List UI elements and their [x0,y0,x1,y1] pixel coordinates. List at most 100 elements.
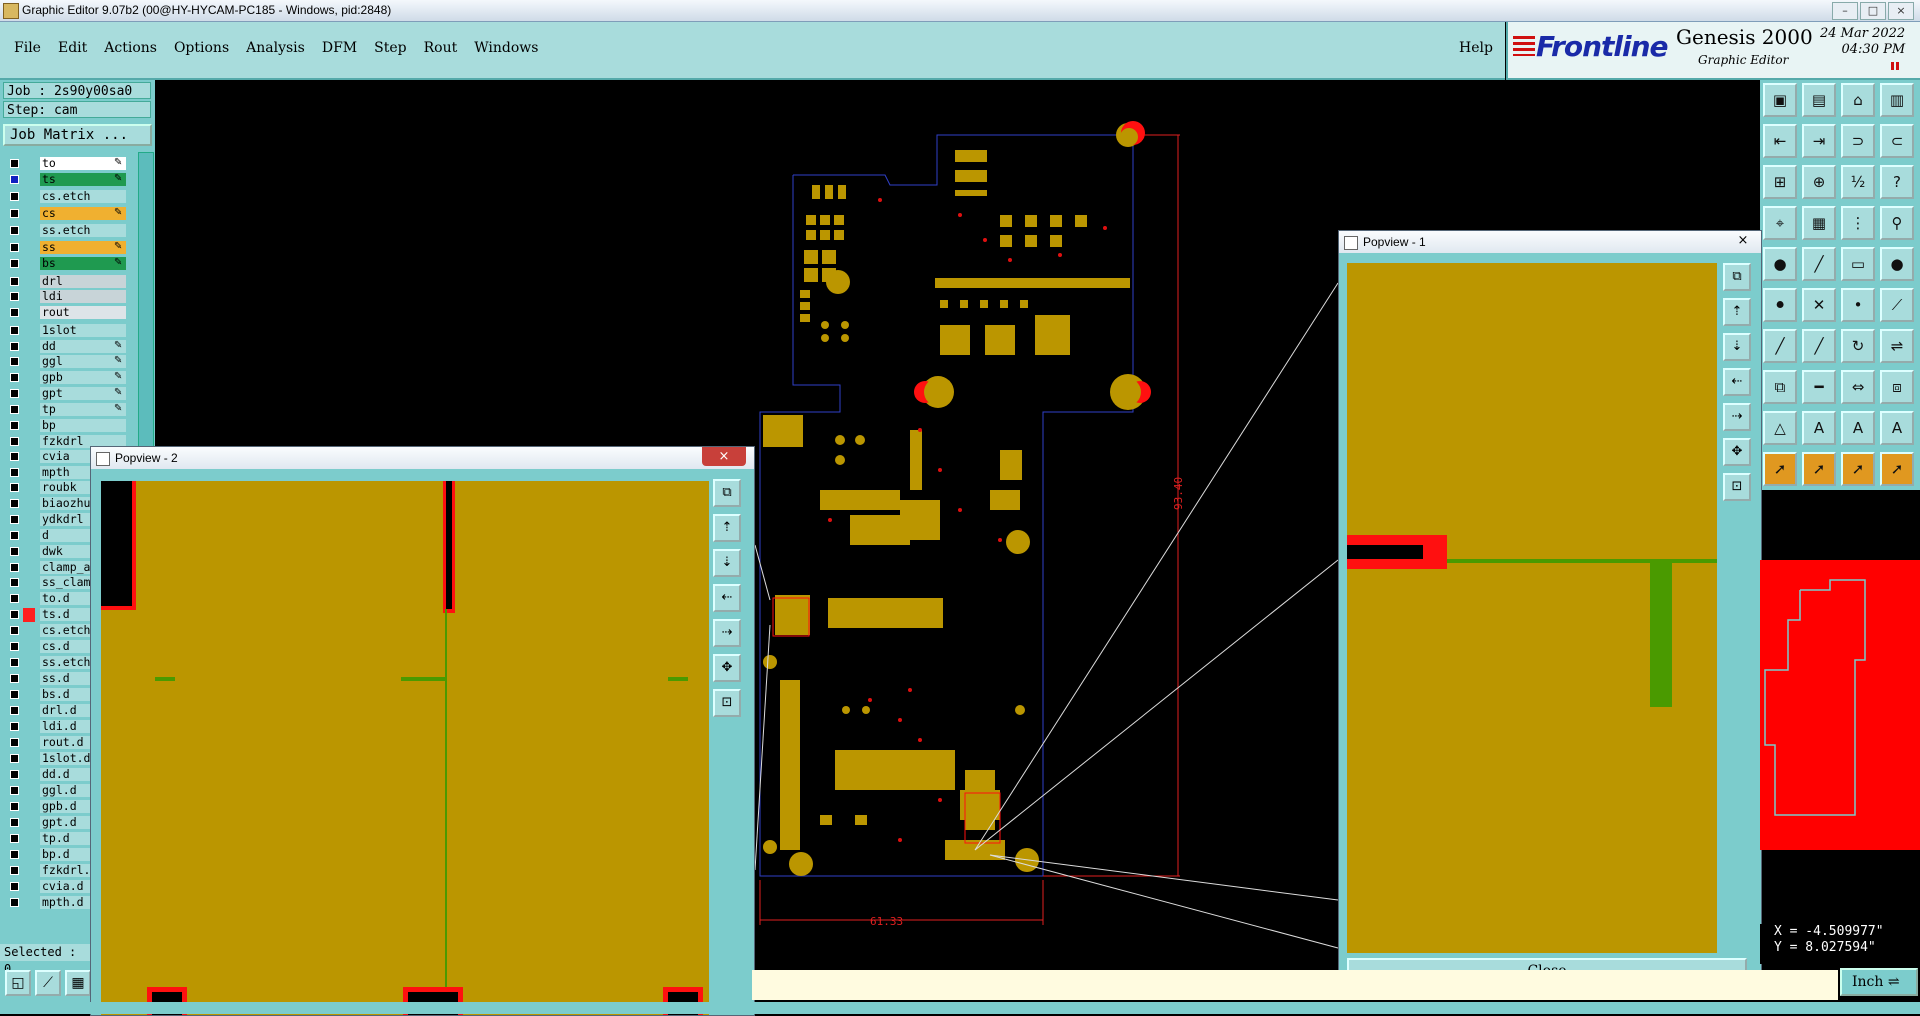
tool-pointer-hot-icon[interactable]: ➚ [1841,452,1875,486]
layer-checkbox[interactable] [10,706,19,715]
layer-name[interactable]: ldi [40,290,126,303]
tool-text-alt-icon[interactable]: Α [1880,411,1914,445]
popview-2-right-icon[interactable]: ⇢ [713,619,741,647]
tool-select-hot-icon[interactable]: ➚ [1802,452,1836,486]
layer-checkbox[interactable] [10,405,19,414]
tool-export-icon[interactable]: ⇥ [1802,124,1836,158]
layer-checkbox[interactable] [10,642,19,651]
job-matrix-button[interactable]: Job Matrix ... [3,124,152,146]
layer-row[interactable]: gpb ✎ [6,371,126,385]
menu-windows[interactable]: Windows [474,40,538,56]
layer-checkbox[interactable] [10,209,19,218]
popview-2-down-icon[interactable]: ⇣ [713,549,741,577]
layer-checkbox[interactable] [10,547,19,556]
layer-checkbox[interactable] [10,738,19,747]
tool-cross-icon[interactable]: ✕ [1802,288,1836,322]
layer-row[interactable]: cs ✎ [6,207,126,221]
layer-checkbox[interactable] [10,373,19,382]
layer-checkbox[interactable] [10,243,19,252]
popview-1-view[interactable] [1347,263,1717,953]
layer-checkbox[interactable] [10,192,19,201]
tool-group-icon[interactable]: ⧈ [1880,370,1914,404]
stop-indicator[interactable] [1891,62,1899,70]
tool-undo-icon[interactable]: ⊃ [1841,124,1875,158]
layer-checkbox[interactable] [10,277,19,286]
tool-zoom-icon[interactable]: ⊕ [1802,165,1836,199]
tool-ruler-icon[interactable]: ▭ [1841,247,1875,281]
tool-import-icon[interactable]: ⇤ [1763,124,1797,158]
minimize-button[interactable]: – [1832,2,1858,20]
tool-slash-icon[interactable]: ╱ [1802,329,1836,363]
popview-1-down-icon[interactable]: ⇣ [1723,333,1751,361]
layer-name[interactable]: 1slot [40,324,126,337]
layer-checkbox[interactable] [10,292,19,301]
close-window-button[interactable]: × [1888,2,1914,20]
tool-select-icon[interactable]: ➚ [1763,452,1797,486]
layer-checkbox[interactable] [10,175,19,184]
tool-layout-icon[interactable]: ▥ [1880,83,1914,117]
tool-fit-icon[interactable]: ⊞ [1763,165,1797,199]
layer-name[interactable]: drl [40,275,126,288]
popview-2-center-icon[interactable]: ✥ [713,654,741,682]
layer-checkbox[interactable] [10,563,19,572]
layer-row[interactable]: ldi [6,290,126,304]
tool-move-icon[interactable]: ━ [1802,370,1836,404]
tool-rotate-icon[interactable]: ↻ [1841,329,1875,363]
layer-checkbox[interactable] [10,754,19,763]
tool-save-icon[interactable]: ▤ [1802,83,1836,117]
layer-row[interactable]: tp ✎ [6,403,126,417]
tool-zoom-box[interactable]: ◱ [5,970,31,996]
layer-checkbox[interactable] [10,159,19,168]
layer-name[interactable]: rout [40,306,126,319]
layer-checkbox[interactable] [10,690,19,699]
layer-checkbox[interactable] [10,850,19,859]
popview-2-fit-icon[interactable]: ⊡ [713,689,741,717]
popview-1-titlebar[interactable]: Popview - 1 [1339,231,1761,253]
layer-row[interactable]: rout [6,306,126,320]
layer-checkbox[interactable] [10,626,19,635]
tool-measure-hot-icon[interactable]: ➚ [1880,452,1914,486]
popview-1-left-icon[interactable]: ⇠ [1723,368,1751,396]
layer-row[interactable]: ss.etch [6,224,126,238]
tool-text-box-icon[interactable]: Α [1841,411,1875,445]
layer-checkbox[interactable] [10,882,19,891]
tool-node-icon[interactable]: ⚫ [1763,288,1797,322]
tool-layers-icon[interactable]: ⋮ [1841,206,1875,240]
tool-circle-icon[interactable]: ● [1880,247,1914,281]
layer-checkbox[interactable] [10,452,19,461]
tool-open-icon[interactable]: ▣ [1763,83,1797,117]
tool-snap-icon[interactable]: ⌖ [1763,206,1797,240]
layer-checkbox[interactable] [10,674,19,683]
unit-selector[interactable]: Inch ⇌ [1840,968,1918,996]
layer-row[interactable]: ts ✎ [6,173,126,187]
layer-row[interactable]: to ✎ [6,157,126,171]
popview-1-pan-icon[interactable]: ⧉ [1723,263,1751,291]
layer-checkbox[interactable] [10,515,19,524]
layer-row[interactable]: 1slot [6,324,126,338]
layer-checkbox[interactable] [10,578,19,587]
layer-name[interactable]: cs.etch [40,190,126,203]
layer-row[interactable]: bs ✎ [6,257,126,271]
tool-filter-icon[interactable]: ⚲ [1880,206,1914,240]
layer-checkbox[interactable] [10,437,19,446]
layer-row[interactable]: drl [6,275,126,289]
menu-options[interactable]: Options [174,40,229,56]
tool-home-icon[interactable]: ⌂ [1841,83,1875,117]
layer-checkbox[interactable] [10,259,19,268]
menu-actions[interactable]: Actions [104,40,157,56]
layer-checkbox[interactable] [10,866,19,875]
layer-checkbox[interactable] [10,786,19,795]
layer-row[interactable]: bp [6,419,126,433]
tool-copy-icon[interactable]: ⧉ [1763,370,1797,404]
layer-checkbox[interactable] [10,770,19,779]
tool-point-alt-icon[interactable]: ⟋ [1880,288,1914,322]
popview-1-center-icon[interactable]: ✥ [1723,438,1751,466]
tool-stretch-icon[interactable]: ⇔ [1841,370,1875,404]
layer-checkbox[interactable] [10,818,19,827]
tool-arc-icon[interactable]: ╱ [1763,329,1797,363]
layer-checkbox[interactable] [10,421,19,430]
tool-mirror-icon[interactable]: ⇌ [1880,329,1914,363]
menu-step[interactable]: Step [374,40,406,56]
tool-grid-icon[interactable]: ▦ [1802,206,1836,240]
layer-checkbox[interactable] [10,834,19,843]
